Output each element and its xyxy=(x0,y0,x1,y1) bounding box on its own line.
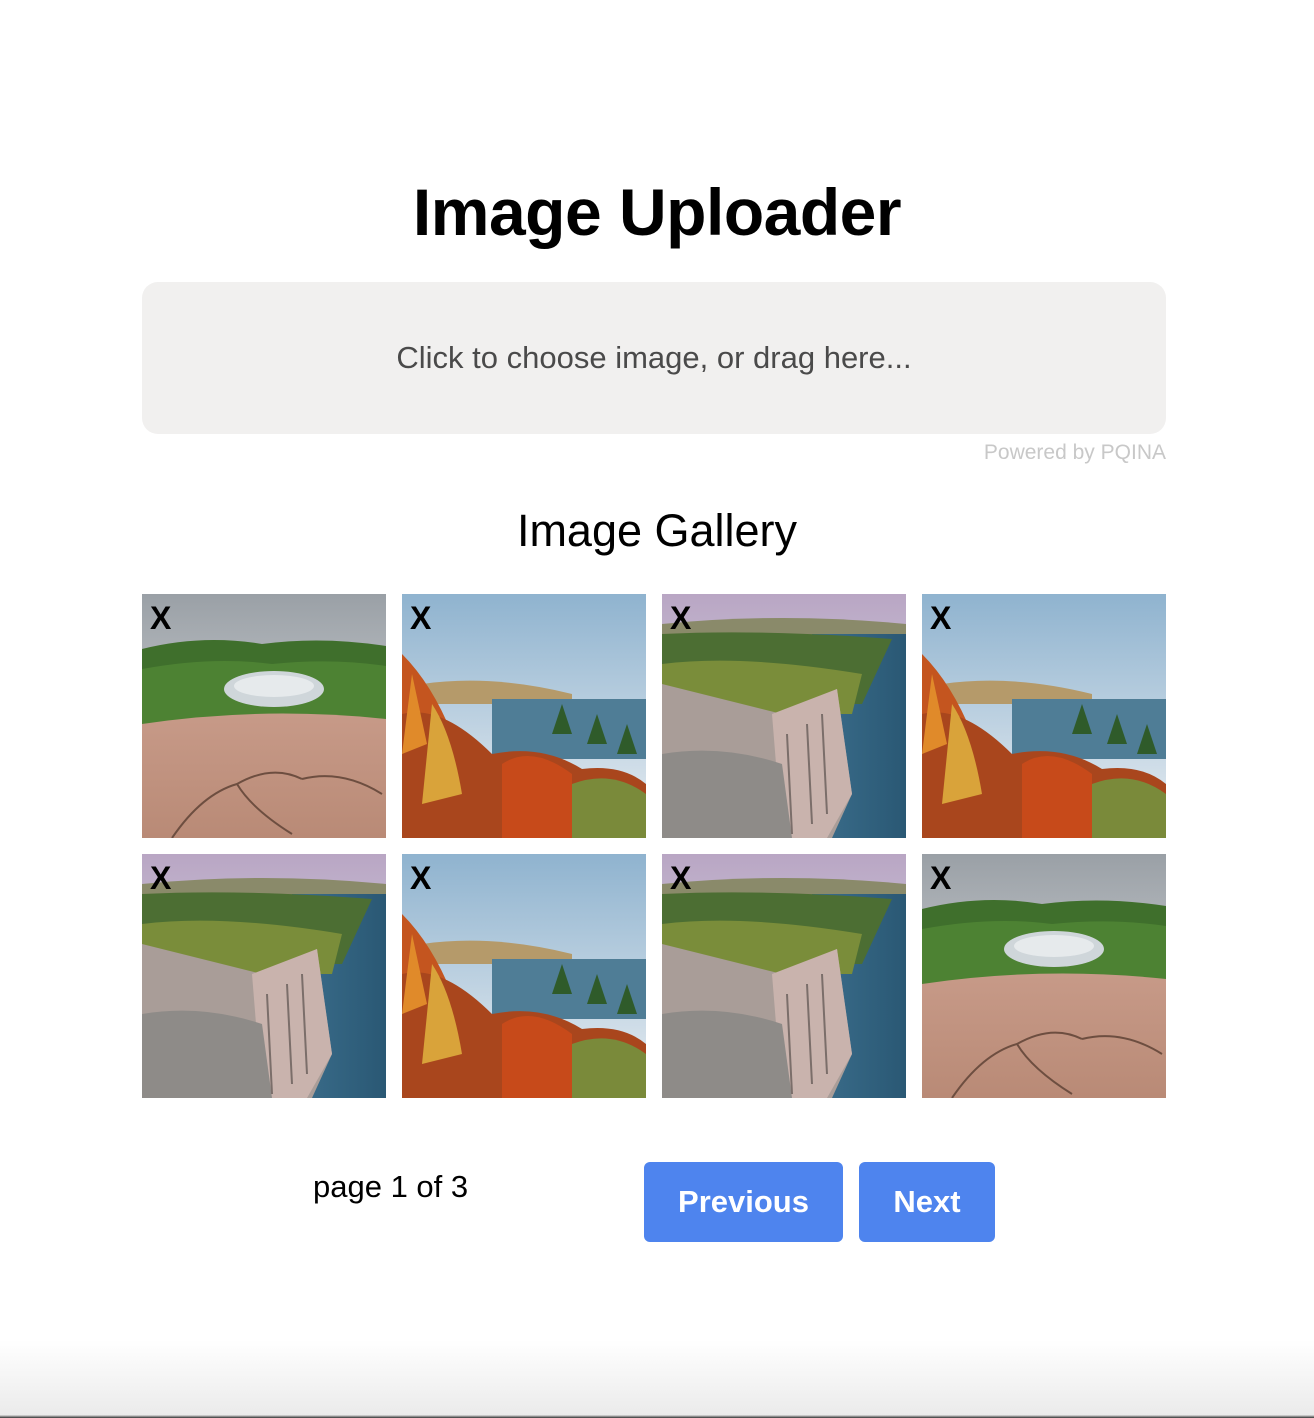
gallery-image xyxy=(922,854,1166,1098)
gallery-image xyxy=(402,594,646,838)
remove-image-button[interactable]: X xyxy=(670,860,691,896)
page: Image Uploader Click to choose image, or… xyxy=(0,0,1314,1418)
gallery-title: Image Gallery xyxy=(516,505,798,556)
remove-image-button[interactable]: X xyxy=(410,860,431,896)
gallery-image xyxy=(142,594,386,838)
gallery-image-tile[interactable]: X xyxy=(662,594,906,838)
page-indicator: page 1 of 3 xyxy=(313,1169,469,1204)
gallery-image-tile[interactable]: X xyxy=(402,594,646,838)
remove-image-button[interactable]: X xyxy=(150,600,171,636)
window-bottom-edge xyxy=(0,1340,1314,1418)
page-title: Image Uploader xyxy=(412,175,902,249)
next-button[interactable]: Next xyxy=(859,1162,995,1242)
gallery-image xyxy=(662,594,906,838)
gallery-image xyxy=(662,854,906,1098)
gallery-image-tile[interactable]: X xyxy=(402,854,646,1098)
remove-image-button[interactable]: X xyxy=(670,600,691,636)
remove-image-button[interactable]: X xyxy=(410,600,431,636)
gallery-image-tile[interactable]: X xyxy=(922,854,1166,1098)
remove-image-button[interactable]: X xyxy=(930,860,951,896)
previous-button[interactable]: Previous xyxy=(644,1162,843,1242)
gallery-image xyxy=(402,854,646,1098)
remove-image-button[interactable]: X xyxy=(150,860,171,896)
image-gallery-grid: X X X X X X X X xyxy=(142,594,1166,1098)
gallery-image-tile[interactable]: X xyxy=(662,854,906,1098)
gallery-image-tile[interactable]: X xyxy=(922,594,1166,838)
remove-image-button[interactable]: X xyxy=(930,600,951,636)
gallery-image xyxy=(142,854,386,1098)
image-dropzone[interactable]: Click to choose image, or drag here... xyxy=(142,282,1166,434)
gallery-image-tile[interactable]: X xyxy=(142,854,386,1098)
powered-by-link[interactable]: Powered by PQINA xyxy=(984,441,1166,465)
dropzone-label: Click to choose image, or drag here... xyxy=(396,340,912,375)
gallery-image xyxy=(922,594,1166,838)
gallery-image-tile[interactable]: X xyxy=(142,594,386,838)
